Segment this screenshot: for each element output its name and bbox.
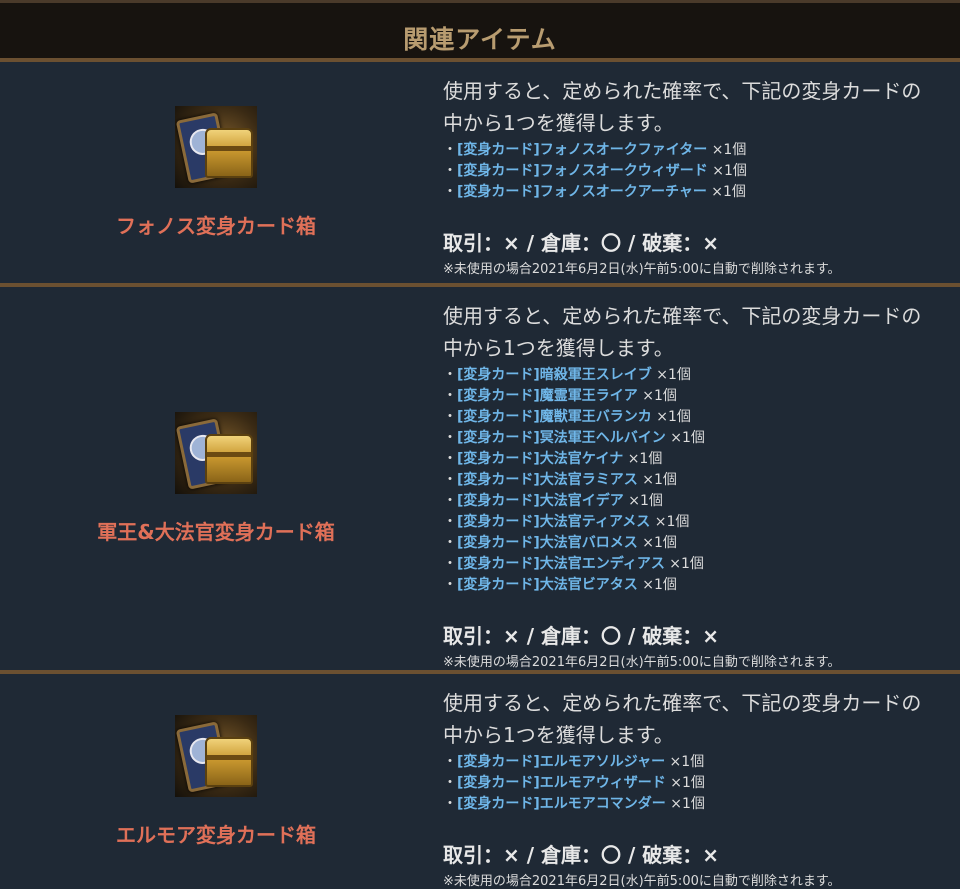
expiry-note: ※未使用の場合2021年6月2日(水)午前5:00に自動で削除されます。 [443,262,841,277]
item-name: フォノス変身カード箱 [116,214,316,238]
item-visual: フォノス変身カード箱 [0,62,432,283]
list-item: ・[変身カード]大法官ビアタス ×1個 [443,577,677,593]
item-row: エルモア変身カード箱 使用すると、定められた確率で、下記の変身カードの 中から1… [0,674,960,889]
trade-status: 取引：× / 倉庫：〇 / 破棄：× [443,231,719,255]
related-items-panel: 関連アイテム フォノス変身カード箱 使用すると、定められた確率で、下記の変身カー… [0,0,960,889]
item-row: フォノス変身カード箱 使用すると、定められた確率で、下記の変身カードの 中から1… [0,62,960,283]
trade-status: 取引：× / 倉庫：〇 / 破棄：× [443,843,719,867]
item-visual: 軍王&大法官変身カード箱 [0,287,432,670]
card-link[interactable]: [変身カード]エルモアコマンダー [457,796,666,812]
card-box-icon [175,715,257,797]
expiry-note: ※未使用の場合2021年6月2日(水)午前5:00に自動で削除されます。 [443,655,841,670]
item-description: 使用すると、定められた確率で、下記の変身カードの 中から1つを獲得します。 [443,687,948,751]
card-link[interactable]: [変身カード]エルモアウィザード [457,775,666,791]
card-box-icon [175,412,257,494]
list-item: ・[変身カード]冥法軍王ヘルバイン ×1個 [443,430,705,446]
description-line: 中から1つを獲得します。 [443,111,674,135]
card-link[interactable]: [変身カード]エルモアソルジャー [457,754,665,770]
trade-status: 取引：× / 倉庫：〇 / 破棄：× [443,624,719,648]
item-details: 使用すると、定められた確率で、下記の変身カードの 中から1つを獲得します。 ・[… [432,674,960,889]
list-item: ・[変身カード]魔獣軍王バランカ ×1個 [443,409,691,425]
card-link[interactable]: [変身カード]大法官ケイナ [457,451,623,467]
description-line: 中から1つを獲得します。 [443,336,674,360]
list-item: ・[変身カード]エルモアソルジャー ×1個 [443,754,705,770]
item-row: 軍王&大法官変身カード箱 使用すると、定められた確率で、下記の変身カードの 中か… [0,287,960,670]
card-link[interactable]: [変身カード]大法官バロメス [457,535,638,551]
section-title: 関連アイテム [403,24,557,54]
card-link[interactable]: [変身カード]フォノスオークウィザード [457,163,708,179]
description-line: 使用すると、定められた確率で、下記の変身カードの [443,304,922,328]
card-link[interactable]: [変身カード]大法官エンディアス [457,556,665,572]
card-link[interactable]: [変身カード]魔霊軍王ライア [457,388,638,404]
card-link[interactable]: [変身カード]冥法軍王ヘルバイン [457,430,666,446]
list-item: ・[変身カード]暗殺軍王スレイブ ×1個 [443,367,691,383]
list-item: ・[変身カード]エルモアウィザード ×1個 [443,775,705,791]
card-link[interactable]: [変身カード]大法官ビアタス [457,577,638,593]
item-description: 使用すると、定められた確率で、下記の変身カードの 中から1つを獲得します。 [443,300,948,364]
item-description: 使用すると、定められた確率で、下記の変身カードの 中から1つを獲得します。 [443,75,948,139]
card-list: ・[変身カード]フォノスオークファイター ×1個 ・[変身カード]フォノスオーク… [443,140,948,203]
card-link[interactable]: [変身カード]フォノスオークアーチャー [457,184,707,200]
description-line: 使用すると、定められた確率で、下記の変身カードの [443,79,922,103]
card-box-icon [175,106,257,188]
item-details: 使用すると、定められた確率で、下記の変身カードの 中から1つを獲得します。 ・[… [432,287,960,670]
item-visual: エルモア変身カード箱 [0,674,432,889]
section-header: 関連アイテム [0,3,960,62]
card-link[interactable]: [変身カード]フォノスオークファイター [457,142,707,158]
list-item: ・[変身カード]フォノスオークファイター ×1個 [443,142,747,158]
item-name: 軍王&大法官変身カード箱 [97,520,335,544]
list-item: ・[変身カード]大法官エンディアス ×1個 [443,556,704,572]
description-line: 中から1つを獲得します。 [443,723,674,747]
list-item: ・[変身カード]大法官ケイナ ×1個 [443,451,663,467]
list-item: ・[変身カード]大法官バロメス ×1個 [443,535,677,551]
card-link[interactable]: [変身カード]大法官イデア [457,493,624,509]
card-list: ・[変身カード]エルモアソルジャー ×1個 ・[変身カード]エルモアウィザード … [443,752,948,815]
item-name: エルモア変身カード箱 [116,823,316,847]
card-link[interactable]: [変身カード]魔獣軍王バランカ [457,409,652,425]
card-list: ・[変身カード]暗殺軍王スレイブ ×1個 ・[変身カード]魔霊軍王ライア ×1個… [443,365,948,596]
list-item: ・[変身カード]大法官ラミアス ×1個 [443,472,677,488]
list-item: ・[変身カード]魔霊軍王ライア ×1個 [443,388,677,404]
card-link[interactable]: [変身カード]大法官ラミアス [457,472,638,488]
list-item: ・[変身カード]大法官ティアメス ×1個 [443,514,690,530]
list-item: ・[変身カード]大法官イデア ×1個 [443,493,663,509]
list-item: ・[変身カード]フォノスオークアーチャー ×1個 [443,184,746,200]
item-details: 使用すると、定められた確率で、下記の変身カードの 中から1つを獲得します。 ・[… [432,62,960,283]
expiry-note: ※未使用の場合2021年6月2日(水)午前5:00に自動で削除されます。 [443,874,841,889]
card-link[interactable]: [変身カード]暗殺軍王スレイブ [457,367,652,383]
card-link[interactable]: [変身カード]大法官ティアメス [457,514,650,530]
list-item: ・[変身カード]エルモアコマンダー ×1個 [443,796,705,812]
list-item: ・[変身カード]フォノスオークウィザード ×1個 [443,163,747,179]
description-line: 使用すると、定められた確率で、下記の変身カードの [443,691,922,715]
